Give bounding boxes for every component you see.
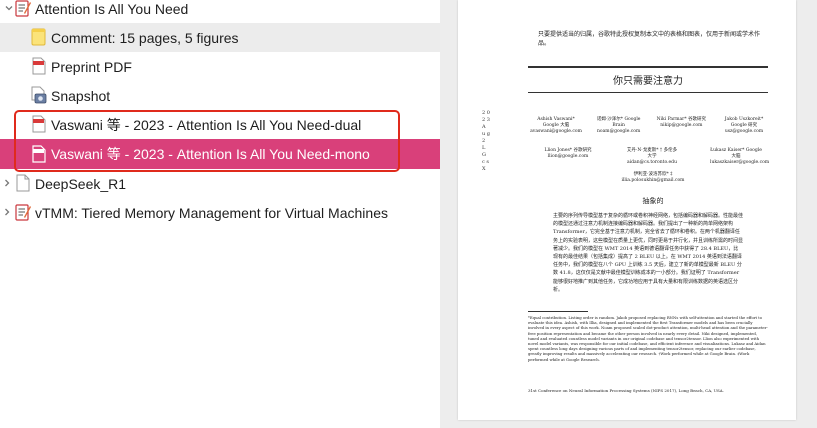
note-pen-icon: [15, 0, 31, 17]
tree-item-attention[interactable]: Attention Is All You Need: [0, 0, 440, 23]
tree-item-label: Attention Is All You Need: [35, 0, 189, 17]
abstract-heading: 抽象的: [642, 197, 664, 205]
tree-item-vtmm[interactable]: vTMM: Tiered Memory Management for Virtu…: [0, 198, 440, 227]
tree-item-label: Snapshot: [51, 87, 111, 104]
author: 诺姆·沙泽尔* Google Brain noam@google.com: [596, 117, 641, 134]
chevron-right-icon[interactable]: [2, 207, 12, 217]
author: Jakob Uszkoreit* Google 研究 usz@google.co…: [724, 117, 764, 134]
authors-row-1: Ashish Vaswani* Google 大脑 avaswani@googl…: [530, 117, 770, 135]
tree-item-snapshot[interactable]: Snapshot: [0, 81, 440, 110]
chevron-right-icon[interactable]: [2, 178, 12, 188]
tree-item-label: DeepSeek_R1: [35, 175, 127, 192]
footnotes: *Equal contribution. Listing order is ra…: [528, 315, 768, 362]
tree-item-label: Vaswani 等 - 2023 - Attention Is All You …: [51, 116, 362, 133]
title-rule-top: [528, 66, 768, 68]
pdf-page[interactable]: 2 0 2 3 A u g 2 L G c s X 只要提供适当的归属，谷歌特此…: [458, 0, 796, 420]
pdf-icon: [31, 57, 47, 75]
author: 伊利亚·波洛苏欣* ‡ illia.polosukhin@gmail.com: [621, 172, 685, 183]
document-icon: [15, 174, 31, 192]
author: 艾丹·N·戈麦斯* † 多伦多大学 aidan@cs.toronto.edu: [626, 148, 678, 165]
tree-item-vaswani-dual[interactable]: Vaswani 等 - 2023 - Attention Is All You …: [0, 110, 440, 139]
footnote-rule: [528, 311, 588, 312]
tree-item-vaswani-mono[interactable]: Vaswani 等 - 2023 - Attention Is All You …: [0, 139, 440, 169]
zotero-window: Attention Is All You Need Comment: 15 pa…: [0, 0, 817, 428]
tree-item-label: Preprint PDF: [51, 58, 132, 75]
tree-item-label: vTMM: Tiered Memory Management for Virtu…: [35, 204, 388, 221]
arxiv-margin-stamp: 2 0 2 3 A u g 2 L G c s X: [482, 110, 491, 172]
pdf-icon: [31, 115, 47, 133]
title-rule-bottom: [528, 92, 768, 93]
attachment-preview[interactable]: 2 0 2 3 A u g 2 L G c s X 只要提供适当的归属，谷歌特此…: [440, 0, 817, 428]
abstract-text: 主要的序列传导模型基于复杂的循环或卷积神经网络，包括编码器和解码器。性能最佳的模…: [553, 213, 744, 293]
note-pen-icon: [15, 203, 31, 221]
conference-note: 31st Conference on Neural Information Pr…: [528, 388, 724, 393]
author: Ashish Vaswani* Google 大脑 avaswani@googl…: [530, 117, 582, 134]
authors-row-2: Llion Jones* 谷歌研究 llion@google.com 艾丹·N·…: [542, 148, 770, 166]
tree-item-comment-note[interactable]: Comment: 15 pages, 5 figures: [0, 23, 440, 52]
item-tree: Attention Is All You Need Comment: 15 pa…: [0, 0, 440, 428]
pdf-icon: [31, 145, 47, 163]
author: Łukasz Kaiser* Google 大脑 lukaszkaiser@go…: [710, 148, 770, 165]
chevron-down-icon[interactable]: [4, 3, 14, 13]
paper-title: 你只需要注意力: [613, 76, 683, 87]
permission-notice: 只要提供适当的归属，谷歌特此授权复制本文中的表格和图表，仅用于新闻或学术作品。: [538, 31, 761, 47]
author: Llion Jones* 谷歌研究 llion@google.com: [544, 148, 592, 159]
snapshot-icon: [31, 86, 47, 104]
tree-item-preprint-pdf[interactable]: Preprint PDF: [0, 52, 440, 81]
tree-item-label: Comment: 15 pages, 5 figures: [51, 29, 239, 46]
tree-item-label: Vaswani 等 - 2023 - Attention Is All You …: [51, 146, 370, 162]
yellow-note-icon: [31, 28, 47, 46]
author: Niki Parmar* 谷歌研究 nikip@google.com: [656, 117, 707, 128]
tree-item-deepseek[interactable]: DeepSeek_R1: [0, 169, 440, 198]
